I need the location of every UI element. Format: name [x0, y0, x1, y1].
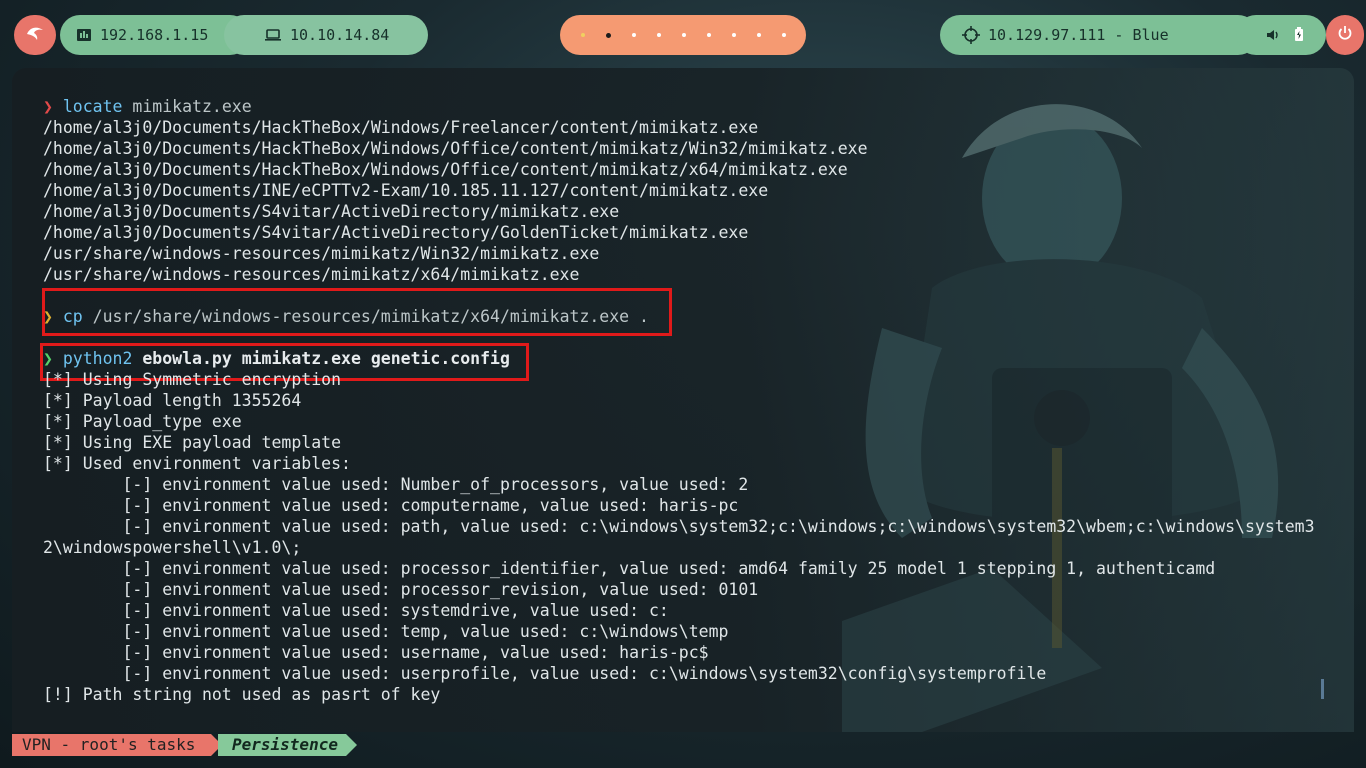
power-icon [1337, 25, 1353, 45]
output-line: [*] Used environment variables: [43, 454, 351, 473]
output-line: [-] environment value used: processor_re… [43, 580, 759, 599]
power-button[interactable] [1326, 15, 1364, 55]
scroll-indicator[interactable] [1321, 679, 1324, 699]
launcher-button[interactable] [14, 15, 56, 55]
battery-icon[interactable] [1294, 26, 1304, 45]
output-line: [-] environment value used: username, va… [43, 643, 709, 662]
crosshair-icon [962, 26, 980, 44]
workspace-4[interactable] [656, 33, 661, 37]
output-line: /home/al3j0/Documents/S4vitar/ActiveDire… [43, 202, 620, 221]
target-widget[interactable]: 10.129.97.111 - Blue [940, 15, 1258, 55]
vpn-ip-text: 10.10.14.84 [290, 26, 390, 44]
output-line: /home/al3j0/Documents/HackTheBox/Windows… [43, 139, 868, 158]
output-line: /home/al3j0/Documents/S4vitar/ActiveDire… [43, 223, 749, 242]
output-line: /home/al3j0/Documents/INE/eCPTTv2-Exam/1… [43, 181, 769, 200]
output-line: [-] environment value used: temp, value … [43, 622, 729, 641]
vpn-ip-widget[interactable]: 10.10.14.84 [224, 15, 428, 55]
output-line: [-] environment value used: userprofile,… [43, 664, 1047, 683]
tmux-status-bar: VPN - root's tasks Persistence [0, 734, 1366, 758]
workspace-2[interactable] [605, 32, 611, 38]
terminal-output: ❯ locate mimikatz.exe /home/al3j0/Docume… [43, 96, 1354, 705]
workspace-5[interactable] [681, 33, 686, 37]
output-line: [-] environment value used: Number_of_pr… [43, 475, 749, 494]
output-line: [*] Payload_type exe [43, 412, 242, 431]
workspace-switcher[interactable] [560, 15, 806, 55]
workspace-6[interactable] [706, 33, 711, 37]
target-text: 10.129.97.111 - Blue [988, 26, 1169, 44]
lan-ip-text: 192.168.1.15 [100, 26, 209, 44]
laptop-icon [264, 28, 282, 42]
workspace-7[interactable] [731, 33, 736, 37]
tmux-session-label[interactable]: VPN - root's tasks [12, 734, 223, 756]
top-panel: 192.168.1.15 10.10.14.84 10.129.97.111 -… [0, 0, 1366, 68]
output-line: [*] Payload length 1355264 [43, 391, 302, 410]
system-tray [1236, 15, 1326, 55]
output-line: 2\windowspowershell\v1.0\; [43, 538, 302, 557]
output-line: [-] environment value used: processor_id… [43, 559, 1216, 578]
output-line: [*] Using EXE payload template [43, 433, 342, 452]
output-line: /home/al3j0/Documents/HackTheBox/Windows… [43, 118, 759, 137]
tmux-window-tab[interactable]: Persistence [218, 734, 357, 756]
output-line: [-] environment value used: computername… [43, 496, 739, 515]
lan-ip-widget[interactable]: 192.168.1.15 [60, 15, 250, 55]
output-line: [-] environment value used: systemdrive,… [43, 601, 669, 620]
output-line: /usr/share/windows-resources/mimikatz/Wi… [43, 244, 600, 263]
output-line: /home/al3j0/Documents/HackTheBox/Windows… [43, 160, 848, 179]
workspace-1[interactable] [580, 33, 585, 37]
kali-dragon-icon [25, 25, 45, 45]
workspace-9[interactable] [781, 33, 786, 37]
output-line: [!] Path string not used as pasrt of key [43, 685, 441, 704]
terminal-window[interactable]: ❯ locate mimikatz.exe /home/al3j0/Docume… [12, 68, 1354, 732]
prompt-line: ❯ python2 ebowla.py mimikatz.exe genetic… [43, 349, 510, 368]
workspace-8[interactable] [756, 33, 761, 37]
prompt-line: ❯ locate mimikatz.exe [43, 97, 252, 116]
network-icon [76, 28, 92, 42]
output-line: [*] Using Symmetric encryption [43, 370, 342, 389]
prompt-line: ❯ cp /usr/share/windows-resources/mimika… [43, 307, 649, 326]
volume-icon[interactable] [1266, 26, 1280, 45]
output-line: /usr/share/windows-resources/mimikatz/x6… [43, 265, 580, 284]
workspace-3[interactable] [631, 33, 636, 37]
output-line: [-] environment value used: path, value … [43, 517, 1315, 536]
